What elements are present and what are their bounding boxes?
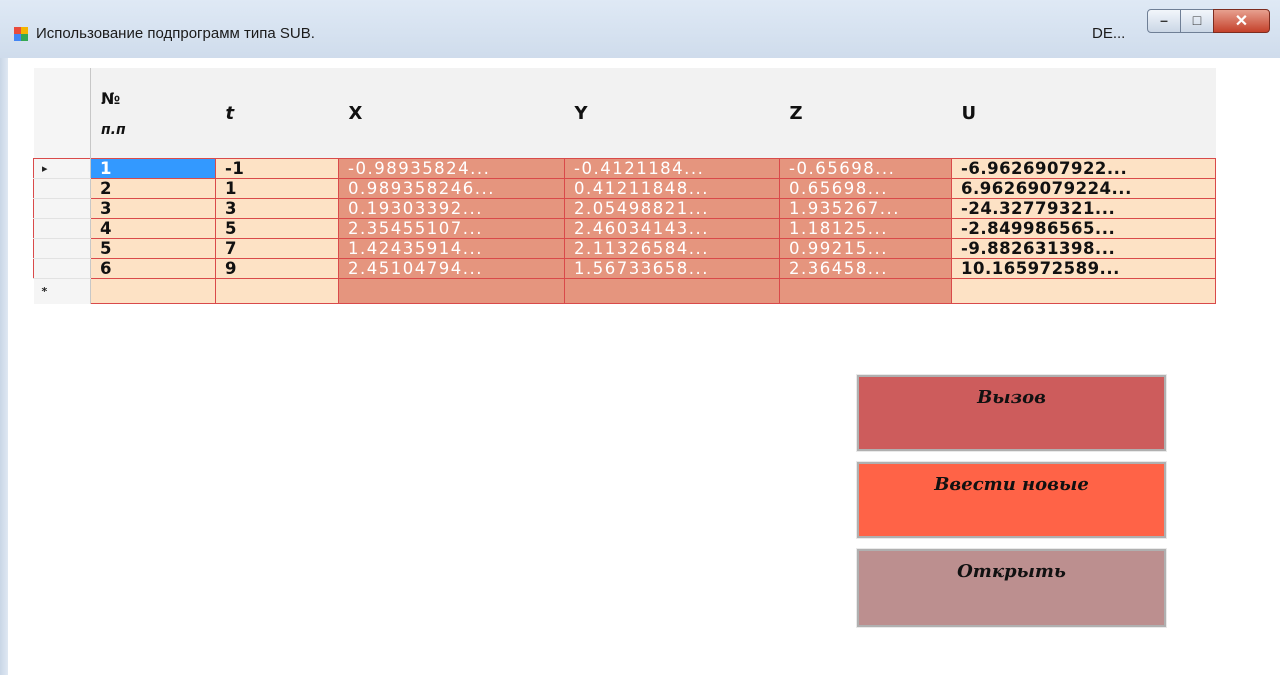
new-row-cell-t[interactable] xyxy=(215,278,339,304)
close-icon: ✕ xyxy=(1234,13,1249,30)
cell-t[interactable]: 5 xyxy=(215,218,339,239)
cell-t[interactable]: 7 xyxy=(215,238,339,259)
current-row-marker[interactable]: ▸ xyxy=(33,158,91,179)
cell-number[interactable]: 3 xyxy=(90,198,216,219)
cell-y[interactable]: 2.46034143... xyxy=(564,218,780,239)
title-bar[interactable]: Использование подпрограмм типа SUB. DE..… xyxy=(0,0,1280,58)
cell-y[interactable]: 1.56733658... xyxy=(564,258,780,279)
cell-z[interactable]: 0.65698... xyxy=(779,178,952,199)
minimize-button[interactable]: – xyxy=(1147,9,1181,33)
cell-z[interactable]: 1.18125... xyxy=(779,218,952,239)
cell-u[interactable]: -9.882631398... xyxy=(951,238,1216,259)
cell-number[interactable]: 1 xyxy=(90,158,216,179)
cell-z[interactable]: 1.935267... xyxy=(779,198,952,219)
grid-header-row: № п.п t X Y Z U xyxy=(33,68,1216,159)
cell-number[interactable]: 4 xyxy=(90,218,216,239)
row-header[interactable] xyxy=(33,198,91,219)
column-header-t[interactable]: t xyxy=(215,68,339,159)
window-title: Использование подпрограмм типа SUB. xyxy=(36,25,315,42)
cell-t[interactable]: 9 xyxy=(215,258,339,279)
column-header-number[interactable]: № п.п xyxy=(90,68,216,159)
cell-x[interactable]: 0.989358246... xyxy=(338,178,565,199)
row-header[interactable] xyxy=(33,238,91,259)
new-row-cell-z[interactable] xyxy=(779,278,952,304)
cell-x[interactable]: 1.42435914... xyxy=(338,238,565,259)
table-row[interactable]: 4 5 2.35455107... 2.46034143... 1.18125... -2… xyxy=(33,218,1216,239)
cell-number[interactable]: 6 xyxy=(90,258,216,279)
enter-new-button[interactable]: Ввести новые xyxy=(856,461,1167,539)
table-row[interactable]: 5 7 1.42435914... 2.11326584... 0.99215... -9… xyxy=(33,238,1216,259)
cell-y[interactable]: 2.05498821... xyxy=(564,198,780,219)
call-button[interactable]: Вызов xyxy=(856,374,1167,452)
row-header[interactable] xyxy=(33,178,91,199)
window-title-truncated: DE... xyxy=(1092,25,1126,42)
cell-u[interactable]: 10.165972589... xyxy=(951,258,1216,279)
grid-new-row[interactable]: * xyxy=(33,278,1216,304)
column-header-x[interactable]: X xyxy=(338,68,565,159)
maximize-icon: □ xyxy=(1192,12,1202,28)
new-row-marker[interactable]: * xyxy=(33,278,91,304)
data-grid[interactable]: № п.п t X Y Z U ▸ 1 -1 -0.98935824... -0.412… xyxy=(33,68,1216,304)
cell-t[interactable]: 3 xyxy=(215,198,339,219)
column-header-number-bottom: п.п xyxy=(101,121,126,138)
cell-number[interactable]: 5 xyxy=(90,238,216,259)
table-row[interactable]: ▸ 1 -1 -0.98935824... -0.4121184... -0.65698.… xyxy=(33,158,1216,179)
cell-z[interactable]: 0.99215... xyxy=(779,238,952,259)
maximize-button[interactable]: □ xyxy=(1180,9,1214,33)
cell-x[interactable]: -0.98935824... xyxy=(338,158,565,179)
close-button[interactable]: ✕ xyxy=(1213,9,1270,33)
cell-y[interactable]: 2.11326584... xyxy=(564,238,780,259)
table-row[interactable]: 3 3 0.19303392... 2.05498821... 1.935267... -… xyxy=(33,198,1216,219)
cell-u[interactable]: -2.849986565... xyxy=(951,218,1216,239)
row-header[interactable] xyxy=(33,218,91,239)
column-header-u[interactable]: U xyxy=(951,68,1216,159)
cell-t[interactable]: 1 xyxy=(215,178,339,199)
cell-z[interactable]: -0.65698... xyxy=(779,158,952,179)
app-window-icon xyxy=(14,27,28,41)
new-row-cell-y[interactable] xyxy=(564,278,780,304)
open-button[interactable]: Открыть xyxy=(856,548,1167,628)
cell-t[interactable]: -1 xyxy=(215,158,339,179)
column-header-number-top: № xyxy=(101,88,121,108)
cell-y[interactable]: -0.4121184... xyxy=(564,158,780,179)
cell-y[interactable]: 0.41211848... xyxy=(564,178,780,199)
cell-number[interactable]: 2 xyxy=(90,178,216,199)
cell-u[interactable]: 6.96269079224... xyxy=(951,178,1216,199)
grid-corner-cell xyxy=(33,68,91,159)
new-row-cell-x[interactable] xyxy=(338,278,565,304)
window-left-frame xyxy=(0,0,8,675)
minimize-icon: – xyxy=(1160,12,1168,28)
new-row-cell-u[interactable] xyxy=(951,278,1216,304)
row-header[interactable] xyxy=(33,258,91,279)
cell-u[interactable]: -24.32779321... xyxy=(951,198,1216,219)
cell-x[interactable]: 0.19303392... xyxy=(338,198,565,219)
cell-u[interactable]: -6.9626907922... xyxy=(951,158,1216,179)
new-row-cell-number[interactable] xyxy=(90,278,216,304)
cell-x[interactable]: 2.35455107... xyxy=(338,218,565,239)
table-row[interactable]: 6 9 2.45104794... 1.56733658... 2.36458... 10… xyxy=(33,258,1216,279)
table-row[interactable]: 2 1 0.989358246... 0.41211848... 0.65698... 6… xyxy=(33,178,1216,199)
column-header-z[interactable]: Z xyxy=(779,68,952,159)
cell-x[interactable]: 2.45104794... xyxy=(338,258,565,279)
column-header-y[interactable]: Y xyxy=(564,68,780,159)
cell-z[interactable]: 2.36458... xyxy=(779,258,952,279)
